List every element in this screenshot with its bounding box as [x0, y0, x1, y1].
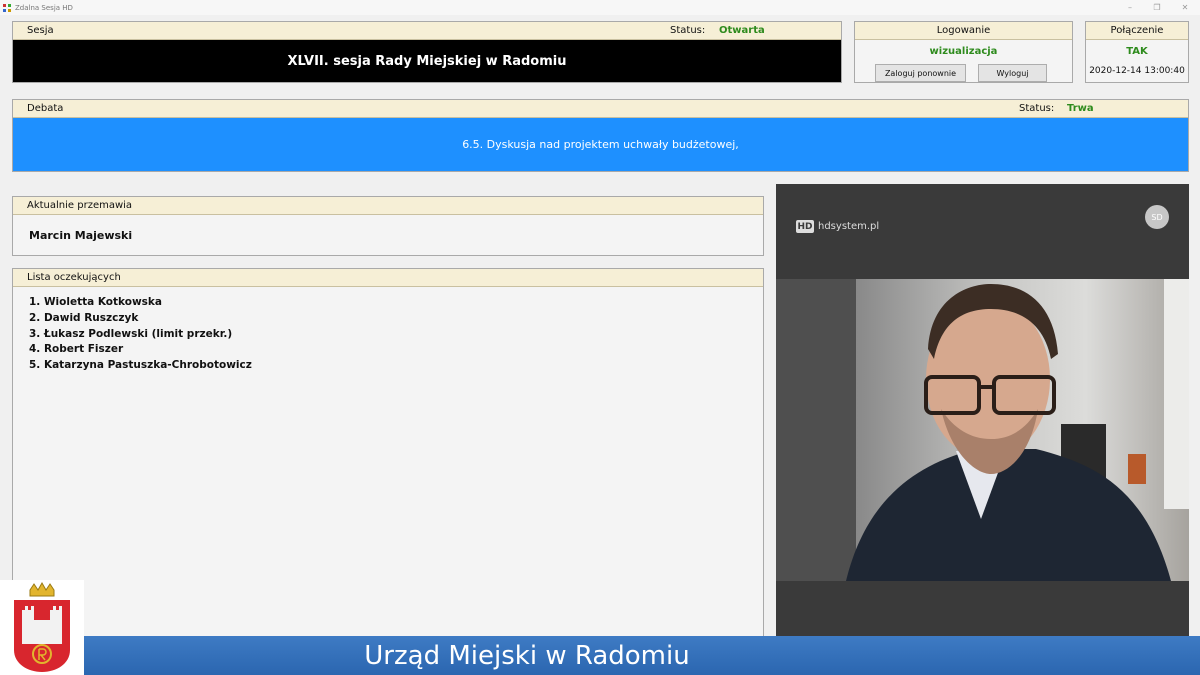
speaker-video-image [776, 279, 1189, 581]
session-status-label: Status: [670, 25, 706, 36]
video-footer [776, 581, 1189, 640]
login-header: Logowanie [855, 22, 1072, 40]
window-titlebar: Zdalna Sesja HD [0, 0, 1200, 15]
close-icon[interactable]: ✕ [1175, 0, 1195, 15]
waiting-list-header-label: Lista oczekujących [27, 272, 121, 283]
radom-crest-icon [14, 581, 70, 672]
session-header-label: Sesja [27, 25, 54, 36]
waiting-list-header: Lista oczekujących [13, 269, 763, 287]
video-feed[interactable]: HD hdsystem.pl SD [776, 184, 1189, 640]
connection-timestamp: 2020-12-14 13:00:40 [1089, 66, 1185, 76]
session-title: XLVII. sesja Rady Miejskiej w Radomiu [13, 40, 841, 82]
window-title: Zdalna Sesja HD [15, 3, 73, 12]
logout-button[interactable]: Wyloguj [978, 64, 1047, 82]
session-header: Sesja Status: Otwarta [13, 22, 841, 40]
current-speaker-panel: Aktualnie przemawia Marcin Majewski [12, 196, 764, 256]
connection-panel: Połączenie TAK 2020-12-14 13:00:40 [1085, 21, 1189, 83]
minimize-icon[interactable]: – [1120, 0, 1140, 15]
connection-header-label: Połączenie [1110, 25, 1164, 36]
session-panel: Sesja Status: Otwarta XLVII. sesja Rady … [12, 21, 842, 83]
footer-text: Urząd Miejski w Radomiu [364, 640, 690, 671]
debate-status-value: Trwa [1067, 103, 1094, 114]
hdsystem-brand: hdsystem.pl [818, 221, 880, 232]
debate-header-label: Debata [27, 103, 64, 114]
current-speaker-header-label: Aktualnie przemawia [27, 200, 133, 211]
app-icon [3, 3, 11, 12]
footer-banner: Urząd Miejski w Radomiu [84, 636, 1200, 675]
session-status-value: Otwarta [719, 25, 765, 36]
login-user: wizualizacja [929, 46, 998, 57]
list-item: 1. Wioletta Kotkowska [29, 296, 162, 308]
list-item: 4. Robert Fiszer [29, 343, 124, 356]
list-item: 5. Katarzyna Pastuszka-Chrobotowicz [29, 359, 252, 372]
connection-header: Połączenie [1086, 22, 1188, 40]
debate-topic: 6.5. Dyskusja nad projektem uchwały budż… [13, 118, 1188, 171]
login-header-label: Logowanie [936, 25, 991, 36]
video-header: HD hdsystem.pl SD [776, 184, 1189, 279]
list-item: 3. Łukasz Podlewski (limit przekr.) [29, 327, 233, 340]
list-item: 2. Dawid Ruszczyk [29, 311, 139, 324]
city-crest [0, 580, 84, 675]
login-panel: Logowanie wizualizacja Zaloguj ponownie … [854, 21, 1073, 83]
waiting-list: 1. Wioletta Kotkowska 2. Dawid Ruszczyk … [13, 287, 763, 374]
debate-status-label: Status: [1019, 103, 1055, 114]
connection-state: TAK [1126, 46, 1148, 57]
debate-panel: Debata Status: Trwa 6.5. Dyskusja nad pr… [12, 99, 1189, 172]
hd-logo-icon: HD [796, 220, 814, 233]
hdsystem-logo: HD hdsystem.pl [796, 220, 879, 233]
current-speaker-header: Aktualnie przemawia [13, 197, 763, 215]
restore-icon[interactable]: ❐ [1147, 0, 1167, 15]
current-speaker-name: Marcin Majewski [29, 229, 133, 242]
avatar[interactable]: SD [1145, 205, 1169, 229]
debate-header: Debata Status: Trwa [13, 100, 1188, 118]
camera-image [776, 279, 1189, 581]
waiting-list-panel: Lista oczekujących 1. Wioletta Kotkowska… [12, 268, 764, 640]
relogin-button[interactable]: Zaloguj ponownie [875, 64, 966, 82]
